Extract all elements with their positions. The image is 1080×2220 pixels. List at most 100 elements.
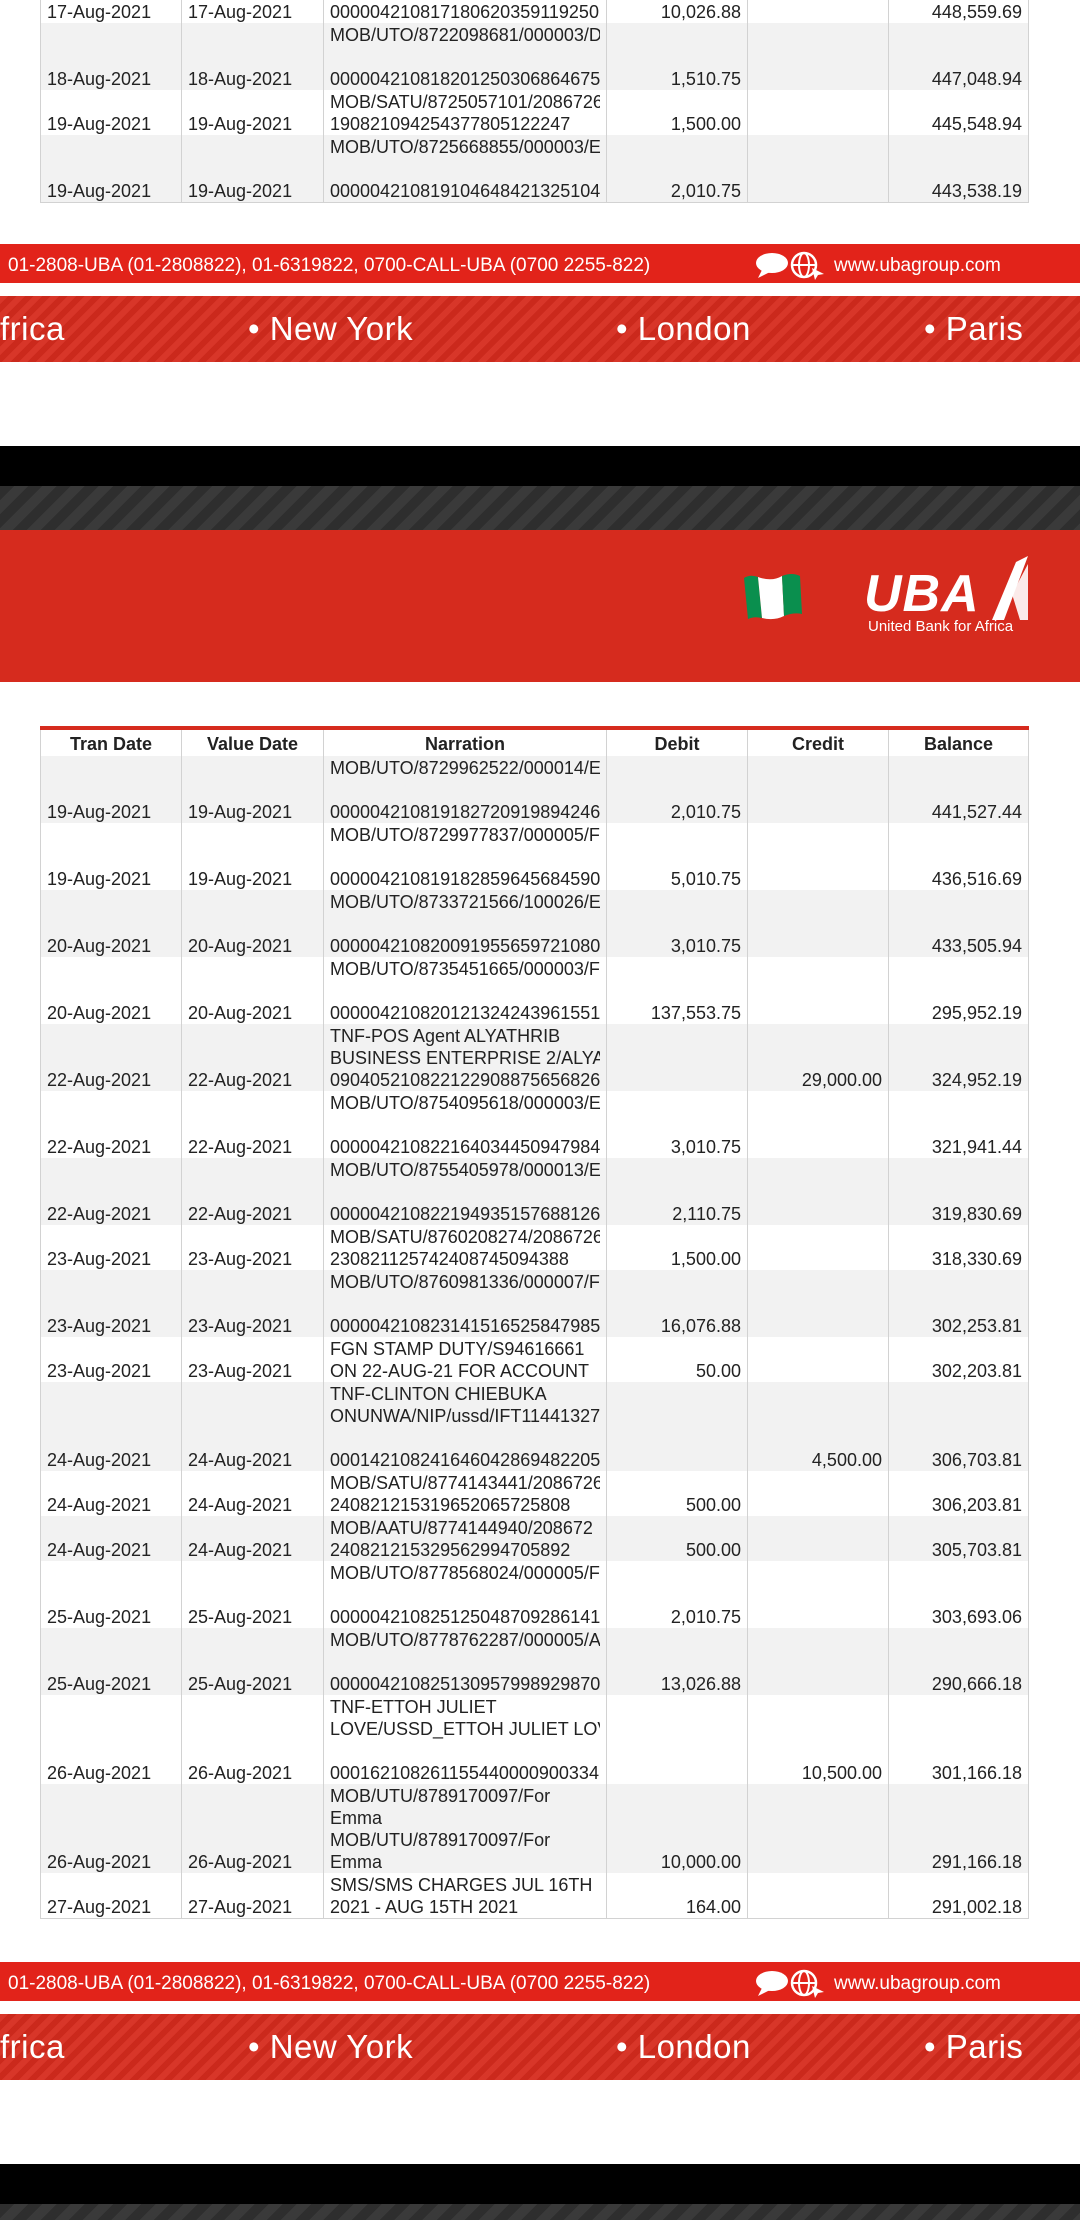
table-row: 22-Aug-2021 22-Aug-2021 TNF-POS Agent ALYA… [40, 1024, 1029, 1091]
credit-cell [747, 756, 889, 823]
debit-cell: 2,010.75 [606, 756, 748, 823]
value-date-cell: 19-Aug-2021 [181, 756, 324, 823]
narration-line: MOB/UTU/8789170097/For [330, 1830, 551, 1850]
chat-globe-icon [756, 251, 824, 280]
value-date-cell: 26-Aug-2021 [181, 1695, 324, 1784]
narration-cell: MOB/UTO/8778762287/000005/A 000004210825… [323, 1628, 607, 1695]
credit-cell [747, 1561, 889, 1628]
header-credit: Credit [747, 728, 889, 756]
narration-line: TNF-CLINTON CHIEBUKA [330, 1384, 547, 1404]
narration-cell: MOB/UTO/8754095618/000003/E 000004210822… [323, 1091, 607, 1158]
contact-bar: 01-2808-UBA (01-2808822), 01-6319822, 07… [0, 244, 1080, 286]
page-gap-2 [0, 2164, 1080, 2204]
tran-date-cell: 27-Aug-2021 [40, 1873, 182, 1919]
narration-line: MOB/UTO/8778762287/000005/A [330, 1630, 600, 1650]
credit-cell [747, 1337, 889, 1382]
narration-line: 000004210819182720919894246 [330, 802, 600, 822]
table-row: 20-Aug-2021 20-Aug-2021 MOB/UTO/8733721566… [40, 890, 1029, 957]
balance-cell: 306,703.81 [888, 1382, 1029, 1471]
tran-date-cell: 24-Aug-2021 [40, 1516, 182, 1561]
debit-cell: 5,010.75 [606, 823, 748, 890]
narration-line: TNF-POS Agent ALYATHRIB [330, 1026, 561, 1046]
city-paris: • Paris [924, 310, 1024, 347]
website-link[interactable]: www.ubagroup.com [834, 255, 1001, 277]
balance-cell: 301,166.18 [888, 1695, 1029, 1784]
debit-cell [606, 1695, 748, 1784]
debit-cell [606, 1024, 748, 1091]
table-row: 17-Aug-202117-Aug-2021MOB/UTO/8712193423… [40, 0, 1029, 23]
city-africa: frica [0, 310, 65, 347]
balance-cell: 448,559.69 [888, 0, 1029, 23]
value-date-cell: 26-Aug-2021 [181, 1784, 324, 1873]
chat-globe-icon [756, 1969, 824, 1998]
debit-cell: 3,010.75 [606, 1091, 748, 1158]
balance-cell: 295,952.19 [888, 957, 1029, 1024]
narration-line: LOVE/USSD_ETTOH JULIET LOVE [330, 1719, 600, 1739]
narration-line: 000004210818201250306864675 [330, 69, 600, 89]
debit-cell: 1,510.75 [606, 23, 748, 90]
debit-cell: 10,026.88 [606, 0, 748, 23]
narration-cell: MOB/UTO/8735451665/000003/F 000004210820… [323, 957, 607, 1024]
debit-cell: 50.00 [606, 1337, 748, 1382]
page-header-strip-2 [0, 2204, 1080, 2220]
contact-phone-numbers: 01-2808-UBA (01-2808822), 01-6319822, 07… [8, 255, 651, 276]
tran-date-cell: 19-Aug-2021 [40, 135, 182, 203]
narration-line: 000142108241646042869482205 [330, 1450, 600, 1470]
narration-line: SMS/SMS CHARGES JUL 16TH [330, 1875, 593, 1895]
narration-line: 190821094254377805122247 [330, 114, 571, 134]
header-balance: Balance [888, 728, 1029, 756]
credit-cell [747, 890, 889, 957]
narration-cell: TNF-ETTOH JULIET LOVE/USSD_ETTOH JULIET L… [323, 1695, 607, 1784]
credit-cell [747, 1270, 889, 1337]
narration-line: ONUNWA/NIP/ussd/IFT11441327 [330, 1406, 600, 1426]
credit-cell [747, 1516, 889, 1561]
narration-line: MOB/UTO/8735451665/000003/F [330, 959, 600, 979]
debit-cell: 2,110.75 [606, 1158, 748, 1225]
table-row: 22-Aug-2021 22-Aug-2021 MOB/UTO/8755405978… [40, 1158, 1029, 1225]
city-london: • London [616, 310, 751, 347]
narration-line: 230821125742408745094388 [330, 1249, 569, 1269]
narration-line: MOB/SATU/8774143441/2086726 [330, 1473, 600, 1493]
balance-cell: 291,166.18 [888, 1784, 1029, 1873]
header-narration: Narration [323, 728, 607, 756]
value-date-cell: 24-Aug-2021 [181, 1516, 324, 1561]
narration-line: 240821215329562994705892 [330, 1540, 571, 1560]
narration-cell: MOB/UTO/8778568024/000005/F 000004210825… [323, 1561, 607, 1628]
tran-date-cell: 19-Aug-2021 [40, 756, 182, 823]
narration-line: MOB/UTO/8722098681/000003/D [330, 25, 600, 45]
table-row: 24-Aug-2021 24-Aug-2021 MOB/AATU/877414494… [40, 1516, 1029, 1561]
narration-line: MOB/UTO/8729977837/000005/F [330, 825, 600, 845]
website-link[interactable]: www.ubagroup.com [834, 1973, 1001, 1995]
credit-cell [747, 1158, 889, 1225]
debit-cell: 10,000.00 [606, 1784, 748, 1873]
city-bar-2: frica • New York • London • Paris [0, 2014, 1080, 2080]
bank-header: UBA United Bank for Africa [0, 530, 1080, 682]
debit-cell: 137,553.75 [606, 957, 748, 1024]
balance-cell: 324,952.19 [888, 1024, 1029, 1091]
narration-cell: MOB/SATU/8725057101/2086726 1908210942543… [323, 90, 607, 135]
narration-line: 000004210822164034450947984 [330, 1137, 600, 1157]
table-row: 20-Aug-2021 20-Aug-2021 MOB/UTO/8735451665… [40, 957, 1029, 1024]
debit-cell: 13,026.88 [606, 1628, 748, 1695]
balance-cell: 290,666.18 [888, 1628, 1029, 1695]
uba-logo-text: UBA [864, 565, 980, 623]
nigeria-flag-icon [744, 574, 802, 620]
value-date-cell: 22-Aug-2021 [181, 1158, 324, 1225]
tran-date-cell: 19-Aug-2021 [40, 90, 182, 135]
credit-cell [747, 135, 889, 203]
credit-cell [747, 1784, 889, 1873]
table-row: 19-Aug-2021 19-Aug-2021 MOB/UTO/8729977837… [40, 823, 1029, 890]
credit-cell [747, 1471, 889, 1516]
tran-date-cell: 25-Aug-2021 [40, 1561, 182, 1628]
balance-cell: 302,203.81 [888, 1337, 1029, 1382]
debit-cell: 164.00 [606, 1873, 748, 1919]
narration-cell: TNF-CLINTON CHIEBUKA ONUNWA/NIP/ussd/IFT1… [323, 1382, 607, 1471]
narration-line [330, 46, 600, 68]
city-africa: frica [0, 2028, 65, 2065]
narration-line: MOB/UTO/8760981336/000007/F [330, 1272, 600, 1292]
value-date-cell: 17-Aug-2021 [181, 0, 324, 23]
narration-line: TNF-ETTOH JULIET [330, 1697, 497, 1717]
narration-line: MOB/UTO/8725668855/000003/E [330, 137, 600, 157]
credit-cell [747, 1091, 889, 1158]
balance-cell: 303,693.06 [888, 1561, 1029, 1628]
